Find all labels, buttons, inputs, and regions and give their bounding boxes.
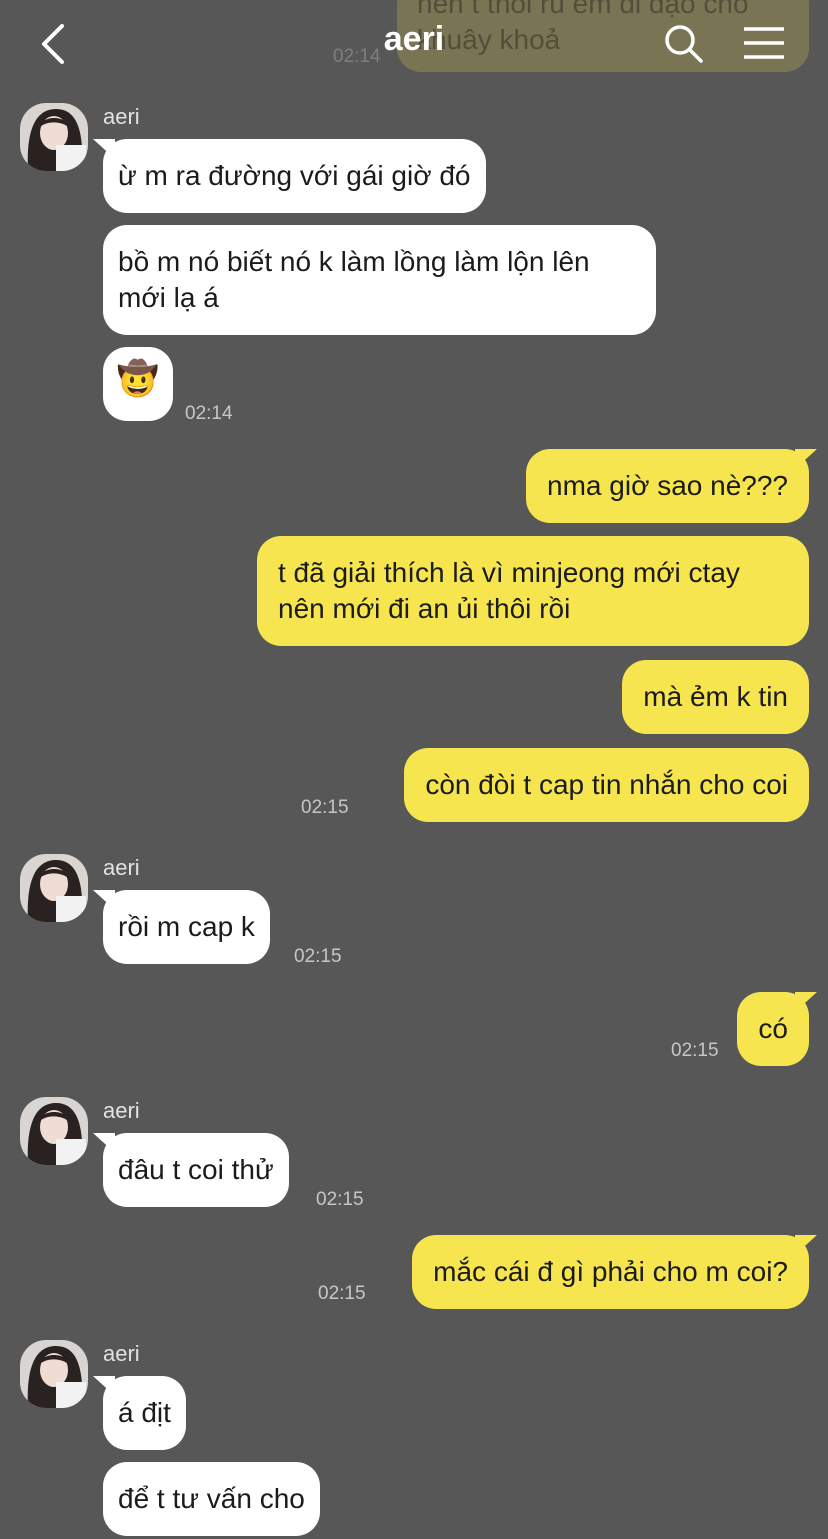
incoming-message[interactable]: bồ m nó biết nó k làm lồng làm lộn lên m…	[103, 225, 656, 335]
incoming-message[interactable]: để t tư vấn cho	[103, 1462, 320, 1536]
message-time: 02:14	[185, 403, 233, 424]
menu-icon[interactable]	[743, 26, 785, 60]
outgoing-message[interactable]: t đã giải thích là vì minjeong mới ctay …	[257, 536, 809, 646]
avatar[interactable]	[20, 854, 88, 922]
message-time: 02:15	[301, 797, 349, 818]
message-time: 02:15	[671, 1040, 719, 1061]
message-time: 02:15	[318, 1283, 366, 1304]
avatar[interactable]	[20, 1340, 88, 1408]
sender-name: aeri	[103, 104, 140, 129]
message-time: 02:15	[294, 946, 342, 967]
incoming-emoji-message[interactable]: 🤠	[103, 347, 173, 421]
search-icon[interactable]	[664, 24, 704, 64]
chat-header: aeri	[0, 0, 828, 88]
message-time: 02:15	[316, 1189, 364, 1210]
outgoing-message[interactable]: còn đòi t cap tin nhắn cho coi	[404, 748, 809, 822]
outgoing-message[interactable]: có	[737, 992, 817, 1066]
sender-name: aeri	[103, 1098, 140, 1123]
incoming-message[interactable]: rồi m cap k	[93, 890, 270, 964]
outgoing-message[interactable]: mà ẻm k tin	[622, 660, 809, 734]
outgoing-message[interactable]: nma giờ sao nè???	[526, 449, 817, 523]
incoming-message[interactable]: đâu t coi thử	[93, 1133, 289, 1207]
avatar[interactable]	[20, 103, 88, 171]
sender-name: aeri	[103, 1341, 140, 1366]
avatar[interactable]	[20, 1097, 88, 1165]
outgoing-message[interactable]: mắc cái đ gì phải cho m coi?	[412, 1235, 817, 1309]
incoming-message[interactable]: ừ m ra đường với gái giờ đó	[93, 139, 486, 213]
sender-name: aeri	[103, 855, 140, 880]
incoming-message[interactable]: á địt	[93, 1376, 186, 1450]
